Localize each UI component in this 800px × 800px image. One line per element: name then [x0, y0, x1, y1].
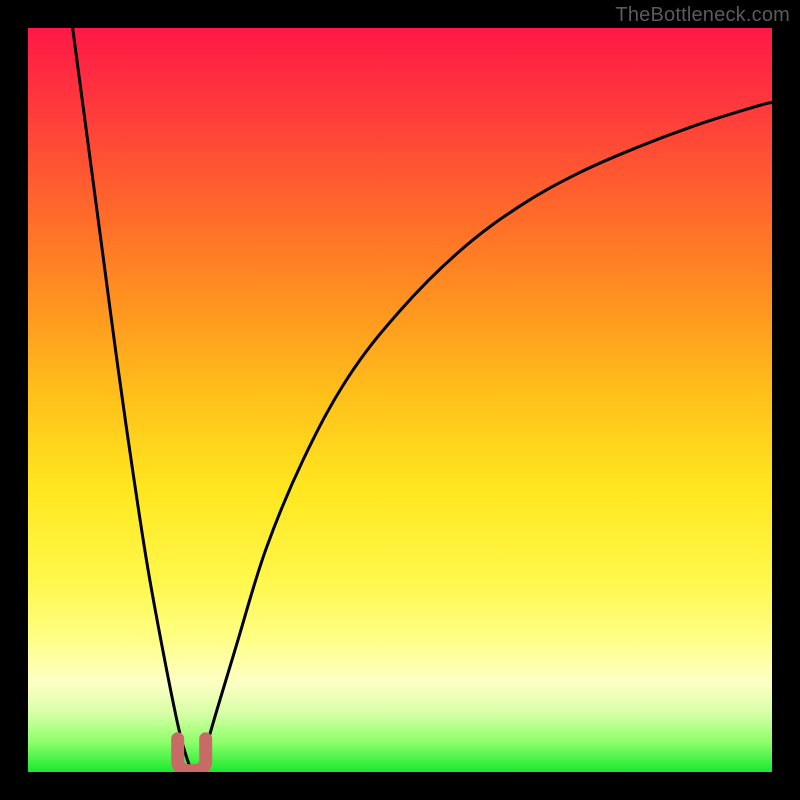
chart-svg — [28, 28, 772, 772]
curve-left — [73, 28, 192, 772]
chart-frame: TheBottleneck.com — [0, 0, 800, 800]
chart-plot-area — [28, 28, 772, 772]
watermark-text: TheBottleneck.com — [615, 4, 790, 27]
minimum-marker — [178, 739, 206, 771]
curves-group — [73, 28, 772, 772]
curve-right — [199, 102, 772, 772]
